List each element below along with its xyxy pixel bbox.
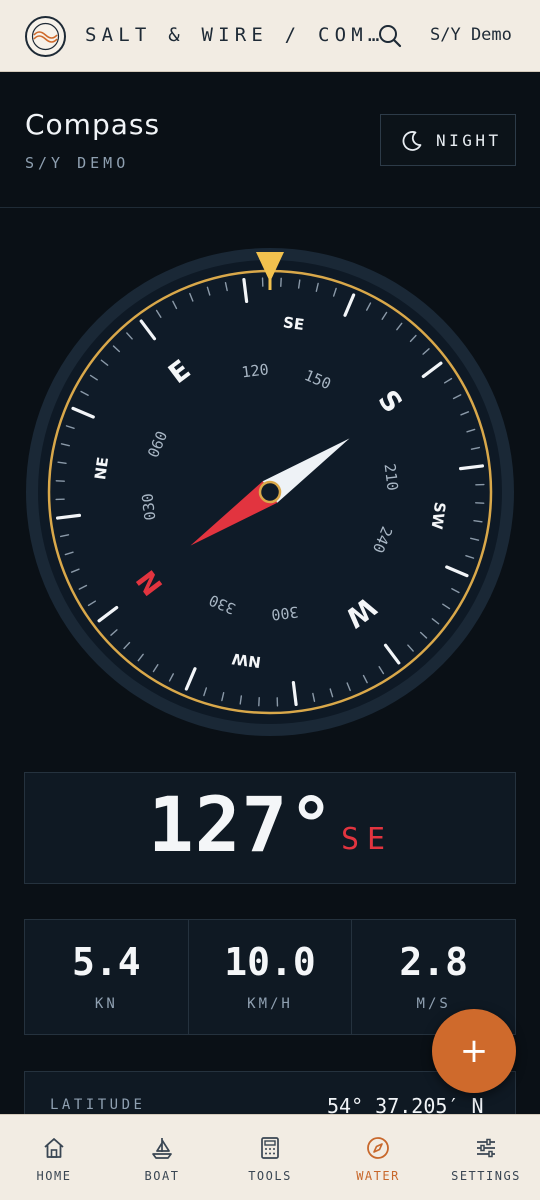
night-mode-button[interactable]: NIGHT: [380, 114, 516, 166]
compass-icon: [367, 1137, 389, 1159]
search-button[interactable]: [374, 20, 406, 52]
nav-item-settings[interactable]: SETTINGS: [432, 1115, 540, 1200]
compass-intercardinal-label: SE: [282, 313, 305, 334]
speed-panel: 5.4 KN 10.0 KM/H 2.8 M/S: [24, 919, 516, 1035]
sailboat-icon: [152, 1138, 172, 1159]
compass-degree-label: 030: [138, 492, 159, 521]
add-fab-button[interactable]: +: [432, 1009, 516, 1093]
brand-breadcrumb[interactable]: SALT & WIRE / COM…: [85, 24, 385, 46]
heading-direction: SE: [341, 822, 394, 857]
app-bar: SALT & WIRE / COM… S/Y Demo: [0, 0, 540, 72]
latitude-label: LATITUDE: [50, 1097, 146, 1113]
logo[interactable]: [25, 16, 66, 57]
compass-dial[interactable]: NESWNESESWNW030060120 150210240300330: [24, 246, 516, 738]
speed-cell-kmh: 10.0 KM/H: [189, 920, 353, 1034]
night-mode-label: NIGHT: [436, 131, 502, 150]
speed-unit: KN: [94, 996, 118, 1012]
moon-icon: [402, 131, 422, 151]
bottom-nav: HOME BOAT TOOLS WATER SETTINGS: [0, 1114, 540, 1200]
speed-value: 2.8: [399, 940, 468, 984]
compass-intercardinal-label: SW: [427, 501, 449, 531]
nav-label: BOAT: [144, 1169, 180, 1183]
page-title: Compass: [25, 108, 161, 141]
header-divider: [0, 207, 540, 208]
compass-degree-label: 300: [270, 603, 299, 624]
sliders-icon: [477, 1138, 495, 1158]
nav-item-home[interactable]: HOME: [0, 1115, 108, 1200]
page-subtitle: S/Y DEMO: [25, 154, 130, 172]
nav-label: TOOLS: [248, 1169, 292, 1183]
nav-item-tools[interactable]: TOOLS: [216, 1115, 324, 1200]
speed-cell-knots: 5.4 KN: [25, 920, 189, 1034]
compass-degree-label: 120: [241, 360, 270, 381]
speed-value: 5.4: [72, 940, 141, 984]
nav-item-water[interactable]: WATER: [324, 1115, 432, 1200]
calculator-icon: [261, 1137, 279, 1159]
nav-label: WATER: [356, 1169, 400, 1183]
nav-item-boat[interactable]: BOAT: [108, 1115, 216, 1200]
speed-value: 10.0: [224, 940, 316, 984]
compass-degree-label: 210: [381, 463, 402, 492]
wave-logo-icon: [31, 22, 60, 51]
search-icon: [379, 25, 402, 48]
nav-label: SETTINGS: [451, 1169, 521, 1183]
vessel-selector[interactable]: S/Y Demo: [430, 25, 512, 45]
nav-label: HOME: [36, 1169, 72, 1183]
plus-icon: +: [459, 1031, 489, 1071]
home-icon: [44, 1138, 64, 1158]
speed-unit: M/S: [416, 996, 451, 1012]
speed-unit: KM/H: [247, 996, 293, 1012]
compass-intercardinal-label: NE: [91, 456, 112, 481]
heading-degrees: 127°: [148, 780, 336, 869]
